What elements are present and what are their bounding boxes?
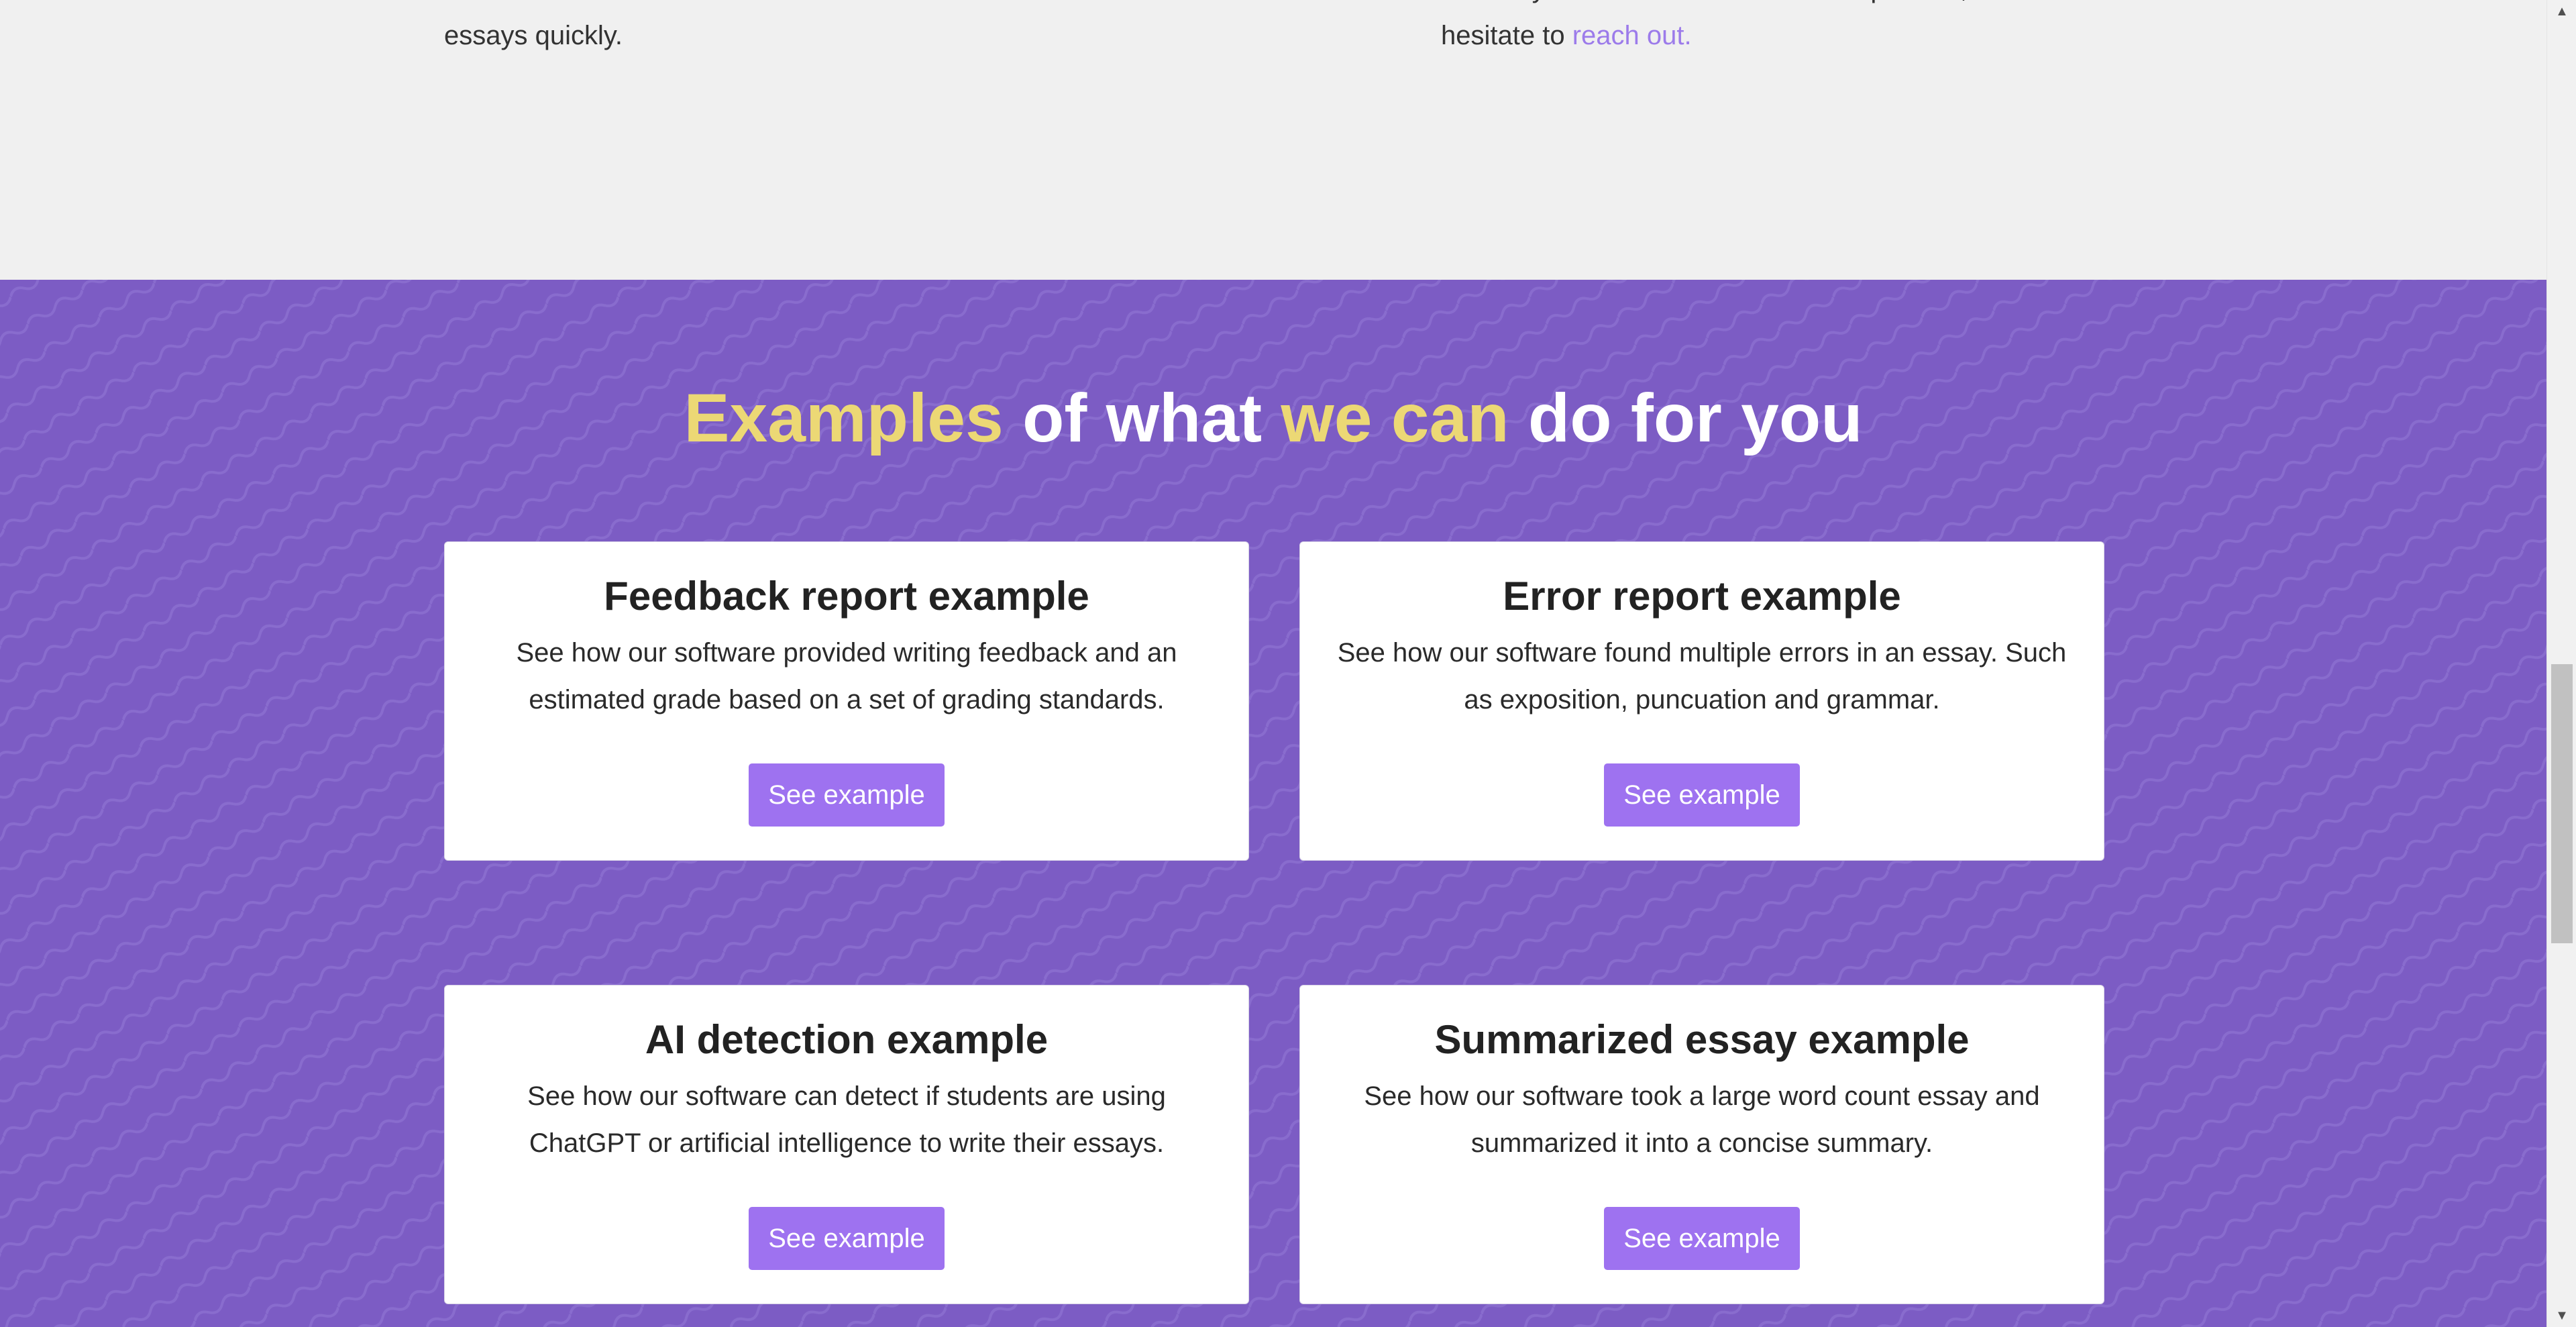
reach-out-link[interactable]: reach out. [1572,21,1692,50]
card-description: See how our software can detect if stude… [527,1081,1166,1158]
intro-right-line: feature you would love to see in the pro… [1441,0,2085,12]
scroll-down-arrow-icon[interactable]: ▼ [2547,1304,2576,1327]
intro-right-text: feature you would love to see in the pro… [1441,0,2085,59]
examples-heading-highlight: Examples [684,380,1004,456]
vertical-scrollbar[interactable]: ▲ ▼ [2546,0,2576,1327]
scroll-up-arrow-icon[interactable]: ▲ [2547,0,2576,23]
intro-left-line: essays quickly. [444,21,623,50]
examples-heading-text: of what [1003,380,1281,456]
feedback-report-card: Feedback report example See how our soft… [444,541,1249,861]
see-example-button[interactable]: See example [1604,763,1800,827]
examples-section: Examples of what we can do for you Feedb… [0,280,2546,1327]
summarized-essay-card: Summarized essay example See how our sof… [1299,985,2104,1304]
card-description: See how our software found multiple erro… [1337,638,2067,714]
ai-detection-card: AI detection example See how our softwar… [444,985,1249,1304]
intro-left-text: classes and need to be able to track dow… [444,0,1088,59]
see-example-button[interactable]: See example [749,763,945,827]
examples-heading-highlight: we can [1281,380,1509,456]
examples-heading: Examples of what we can do for you [0,378,2546,458]
page: classes and need to be able to track dow… [0,0,2576,1327]
error-report-card: Error report example See how our softwar… [1299,541,2104,861]
see-example-button[interactable]: See example [1604,1207,1800,1270]
card-title: Feedback report example [604,574,1089,619]
card-title: Summarized essay example [1434,1017,1970,1062]
examples-heading-text: do for you [1509,380,1863,456]
scrollbar-thumb[interactable] [2551,664,2573,943]
see-example-button[interactable]: See example [749,1207,945,1270]
intro-section: classes and need to be able to track dow… [0,0,2546,280]
intro-left-line: classes and need to be able to track dow… [444,0,1088,12]
intro-right-line: hesitate to reach out. [1441,12,2085,59]
card-title: AI detection example [645,1017,1049,1062]
card-title: Error report example [1503,574,1901,619]
card-description: See how our software took a large word c… [1364,1081,2040,1158]
card-description: See how our software provided writing fe… [516,638,1177,714]
intro-right-line-text: hesitate to [1441,21,1565,50]
